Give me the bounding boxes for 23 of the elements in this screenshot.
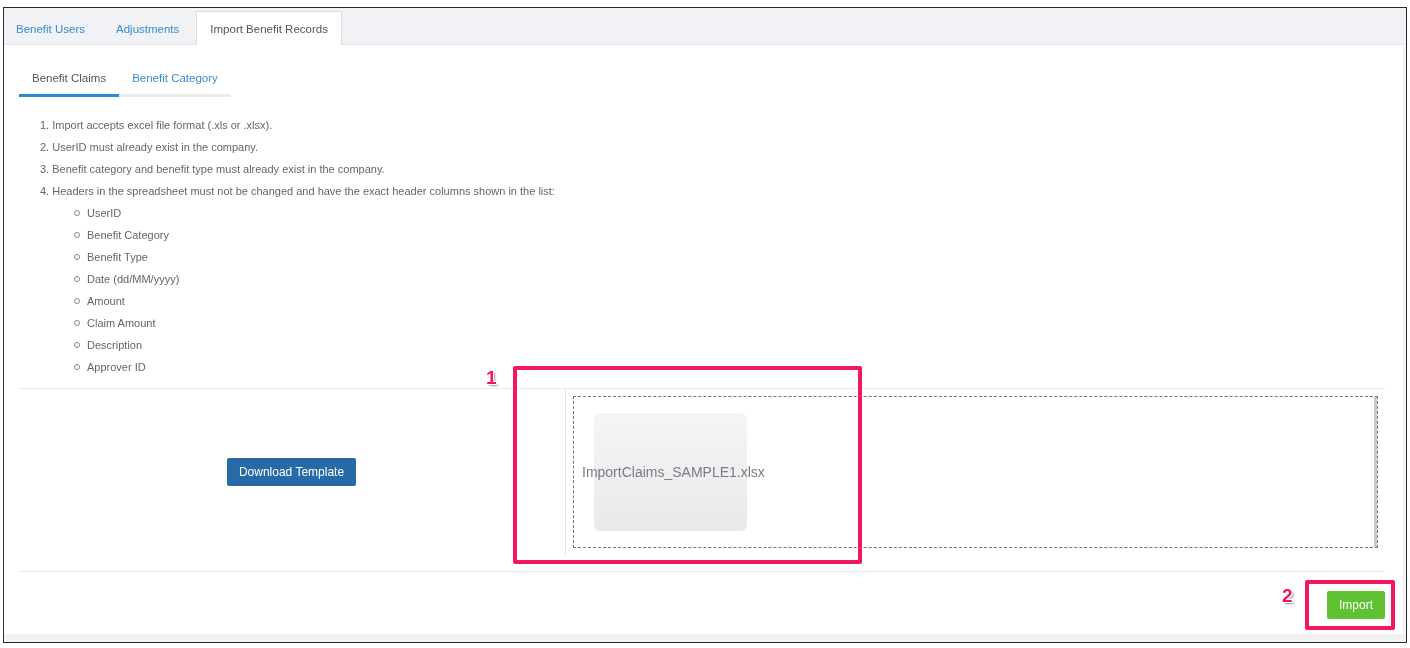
subtab[interactable]: Benefit Category — [119, 62, 231, 97]
import-button[interactable]: Import — [1327, 591, 1385, 619]
instruction-text: 1. Import accepts excel file format (.xls or .xlsx). — [40, 118, 273, 133]
download-template-button[interactable]: Download Template — [226, 458, 357, 486]
list-item-text: Claim Amount — [87, 316, 156, 331]
instruction-text: 2. UserID must already exist in the company. — [40, 140, 259, 155]
list-item-text: Date (dd/MM/yyyy) — [87, 272, 180, 287]
file-name: ImportClaims_SAMPLE1.xlsx — [582, 464, 765, 480]
list-item-text: Benefit Type — [87, 250, 148, 265]
list-item-text: Benefit Category — [87, 228, 169, 243]
subtab[interactable]: Benefit Claims — [19, 62, 120, 97]
tab[interactable]: Adjustments — [102, 12, 194, 45]
callout-number: 1 — [486, 368, 497, 388]
instruction-text: 4. Headers in the spreadsheet must not be changed and have the exact header columns shown in the list: — [40, 184, 555, 199]
list-item-text: UserID — [87, 206, 122, 221]
list-item-text: Description — [87, 338, 143, 353]
list-item-text: Amount — [87, 294, 125, 309]
callout-number: 2 — [1282, 586, 1293, 606]
file-drop-zone[interactable]: ImportClaims_SAMPLE1.xlsx — [573, 396, 1378, 548]
tab[interactable]: Import Benefit Records — [196, 11, 342, 45]
instruction-text: 3. Benefit category and benefit type must already exist in the company. — [40, 162, 385, 177]
tab[interactable]: Benefit Users — [2, 12, 100, 45]
list-item-text: Approver ID — [87, 360, 146, 375]
